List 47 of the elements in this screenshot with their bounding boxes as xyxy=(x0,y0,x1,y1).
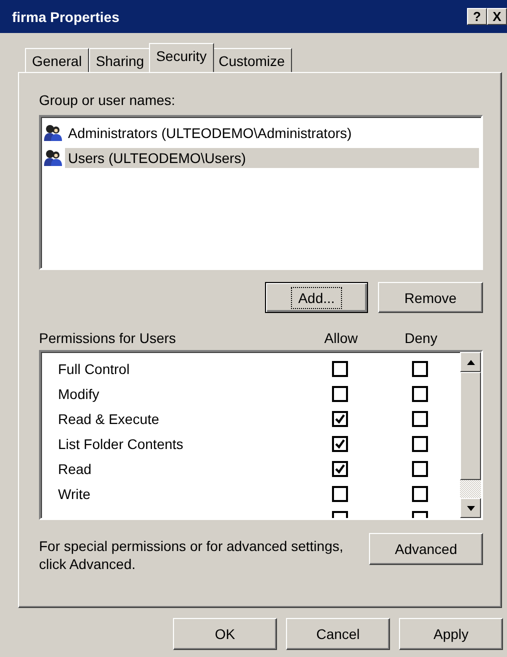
allow-checkbox[interactable] xyxy=(332,436,348,452)
add-button[interactable]: Add... xyxy=(265,282,368,313)
tab[interactable]: Security xyxy=(149,43,214,72)
scroll-track[interactable] xyxy=(460,480,481,498)
deny-checkbox[interactable] xyxy=(412,460,428,476)
close-button[interactable]: X xyxy=(487,8,507,25)
tab[interactable]: Sharing xyxy=(88,48,152,72)
remove-button[interactable]: Remove xyxy=(378,282,483,313)
help-button[interactable]: ? xyxy=(467,8,487,25)
dialog-button[interactable]: Cancel xyxy=(286,618,390,650)
column-header: Deny xyxy=(404,330,438,346)
tab[interactable]: Customize xyxy=(212,48,292,72)
allow-checkbox[interactable] xyxy=(332,486,348,502)
permission-name: List Folder Contents xyxy=(57,436,184,452)
advanced-note: For special permissions or for advanced settings, click Advanced. xyxy=(39,537,344,573)
deny-checkbox[interactable] xyxy=(412,436,428,452)
dialog-button[interactable]: OK xyxy=(173,618,277,650)
group-label: Group or user names: xyxy=(39,92,176,108)
deny-checkbox[interactable] xyxy=(412,410,428,426)
deny-checkbox[interactable] xyxy=(412,386,428,402)
deny-checkbox[interactable] xyxy=(412,486,428,502)
permission-name: Modify xyxy=(57,386,100,402)
user-item[interactable]: Administrators (ULTEODEMO\Administrators) xyxy=(65,122,355,142)
users-icon xyxy=(43,124,63,142)
permission-name: Read xyxy=(57,460,92,476)
scroll-down-button[interactable] xyxy=(460,498,481,518)
user-item[interactable]: Users (ULTEODEMO\Users) xyxy=(65,148,479,168)
users-icon xyxy=(43,148,63,166)
column-header: Allow xyxy=(323,330,359,346)
allow-checkbox[interactable] xyxy=(332,386,348,402)
deny-checkbox[interactable] xyxy=(412,360,428,376)
tab[interactable]: General xyxy=(25,48,89,72)
scroll-thumb[interactable] xyxy=(460,372,481,480)
scroll-up-button[interactable] xyxy=(460,352,481,372)
user-list[interactable]: Administrators (ULTEODEMO\Administrators) Users (ULTEODEMO\Users) xyxy=(39,115,483,270)
advanced-button[interactable]: Advanced xyxy=(369,533,483,565)
allow-checkbox[interactable] xyxy=(332,460,348,476)
permission-name: Full Control xyxy=(57,360,131,376)
dialog-button[interactable]: Apply xyxy=(399,618,503,650)
down-arrow-icon xyxy=(466,506,474,510)
up-arrow-icon xyxy=(466,360,474,364)
permission-name: Write xyxy=(57,486,92,502)
allow-checkbox[interactable] xyxy=(332,410,348,426)
window-title: firma Properties xyxy=(12,8,120,24)
allow-checkbox[interactable] xyxy=(332,360,348,376)
permissions-label: Permissions for Users xyxy=(39,330,177,346)
permission-name: Read & Execute xyxy=(57,410,160,426)
